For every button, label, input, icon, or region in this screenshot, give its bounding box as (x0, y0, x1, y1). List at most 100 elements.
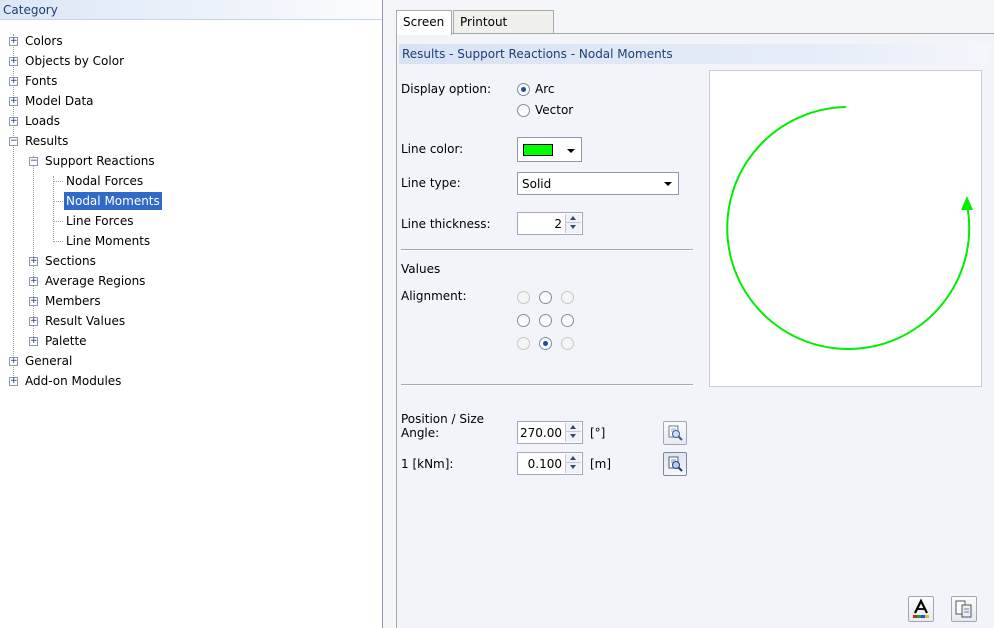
tree-item-nodal-moments[interactable]: Nodal Moments (0, 192, 380, 210)
angle-unit: [°] (590, 426, 606, 440)
spin-down-button[interactable] (566, 223, 581, 232)
arrow-down-icon (570, 434, 576, 438)
spin-up-button[interactable] (566, 214, 581, 223)
expand-icon[interactable]: + (9, 117, 18, 126)
divider (401, 384, 693, 386)
arrow-up-icon (570, 425, 576, 429)
alignment-bottom-left-radio[interactable] (517, 337, 530, 350)
line-color-label: Line color: (401, 142, 464, 156)
tree-item-result-values[interactable]: + Result Values (0, 312, 380, 330)
expand-icon[interactable]: + (9, 377, 18, 386)
tree-item-model-data[interactable]: + Model Data (0, 92, 380, 110)
tree-item-label: Nodal Forces (66, 174, 144, 188)
tree-item-label: Support Reactions (45, 154, 155, 168)
line-thickness-spinner[interactable]: 2 (517, 212, 583, 235)
settings-panel: Screen Printout Report Results - Support… (396, 0, 994, 628)
arc-preview (709, 70, 982, 387)
spin-up-button[interactable] (566, 454, 581, 463)
angle-label: Angle: (401, 426, 440, 440)
display-option-label: Display option: (401, 82, 492, 96)
tree-item-label: Fonts (25, 74, 58, 88)
alignment-bottom-right-radio[interactable] (561, 337, 574, 350)
tree-item-loads[interactable]: + Loads (0, 112, 380, 130)
line-type-select[interactable]: Solid (517, 172, 679, 195)
spinner-buttons (565, 423, 581, 442)
spin-down-button[interactable] (566, 463, 581, 472)
alignment-middle-center-radio[interactable] (539, 314, 552, 327)
tree-item-label: Line Forces (66, 214, 134, 228)
line-thickness-value: 2 (554, 217, 562, 231)
spinner-buttons (565, 454, 581, 473)
copy-settings-icon (955, 600, 972, 618)
expand-icon[interactable]: + (9, 77, 18, 86)
collapse-icon[interactable]: − (29, 157, 38, 166)
scale-label: 1 [kNm]: (401, 457, 454, 471)
vector-radio-label[interactable]: Vector (535, 102, 573, 118)
tree-item-sections[interactable]: + Sections (0, 252, 380, 270)
scale-value: 0.100 (527, 457, 562, 471)
chevron-down-icon (664, 182, 672, 186)
alignment-middle-left-radio[interactable] (517, 314, 530, 327)
tree-item-line-forces[interactable]: Line Forces (0, 212, 380, 230)
tree-item-label: Loads (25, 114, 61, 128)
expand-icon[interactable]: + (29, 277, 38, 286)
angle-spinner[interactable]: 270.00 (517, 421, 583, 444)
tree-item-label: Colors (25, 34, 63, 48)
expand-icon[interactable]: + (9, 97, 18, 106)
arc-radio-label[interactable]: Arc (535, 81, 554, 97)
line-color-picker[interactable] (517, 137, 582, 162)
scale-spinner[interactable]: 0.100 (517, 452, 583, 475)
values-heading: Values (401, 262, 441, 276)
alignment-bottom-center-radio[interactable] (539, 337, 552, 350)
arrow-up-icon (570, 216, 576, 220)
tree-item-label: Line Moments (66, 234, 151, 248)
tree-item-colors[interactable]: + Colors (0, 32, 380, 50)
magnifier-icon (668, 456, 683, 472)
tree-item-objects-by-color[interactable]: + Objects by Color (0, 52, 380, 70)
alignment-top-right-radio[interactable] (561, 291, 574, 304)
chevron-down-icon (567, 149, 575, 153)
spin-down-button[interactable] (566, 432, 581, 441)
alignment-top-center-radio[interactable] (539, 291, 552, 304)
magnifier-icon (668, 425, 683, 441)
tree-item-add-on-modules[interactable]: + Add-on Modules (0, 372, 380, 390)
scale-pick-button[interactable] (663, 452, 687, 476)
tree-item-label: Results (25, 134, 69, 148)
alignment-top-left-radio[interactable] (517, 291, 530, 304)
angle-value: 270.00 (520, 426, 562, 440)
line-type-label: Line type: (401, 176, 461, 190)
tree-item-average-regions[interactable]: + Average Regions (0, 272, 380, 290)
tree-item-label: Model Data (25, 94, 94, 108)
tree-item-fonts[interactable]: + Fonts (0, 72, 380, 90)
vector-radio[interactable] (517, 104, 530, 117)
tree-item-palette[interactable]: + Palette (0, 332, 380, 350)
line-thickness-label: Line thickness: (401, 217, 491, 231)
expand-icon[interactable]: + (29, 257, 38, 266)
spin-up-button[interactable] (566, 423, 581, 432)
arc-radio[interactable] (517, 83, 530, 96)
tab-printout-report[interactable]: Printout Report (453, 10, 554, 51)
tab-screen[interactable]: Screen (396, 10, 452, 35)
tree-item-label: Nodal Moments (64, 192, 162, 210)
tree-item-nodal-forces[interactable]: Nodal Forces (0, 172, 380, 190)
tree-item-support-reactions[interactable]: − Support Reactions (0, 152, 380, 170)
settings-content: Results - Support Reactions - Nodal Mome… (396, 33, 994, 628)
divider (401, 249, 693, 251)
tree-item-label: Add-on Modules (25, 374, 122, 388)
tree-item-members[interactable]: + Members (0, 292, 380, 310)
angle-pick-button[interactable] (663, 421, 687, 445)
expand-icon[interactable]: + (9, 357, 18, 366)
copy-settings-button[interactable] (951, 596, 977, 622)
expand-icon[interactable]: + (29, 297, 38, 306)
tree-item-general[interactable]: + General (0, 352, 380, 370)
alignment-middle-right-radio[interactable] (561, 314, 574, 327)
tree-item-results[interactable]: − Results (0, 132, 380, 150)
collapse-icon[interactable]: − (9, 137, 18, 146)
tree-item-line-moments[interactable]: Line Moments (0, 232, 380, 250)
expand-icon[interactable]: + (29, 317, 38, 326)
expand-icon[interactable]: + (9, 37, 18, 46)
arrow-down-icon (570, 465, 576, 469)
font-color-button[interactable] (908, 596, 934, 622)
expand-icon[interactable]: + (29, 337, 38, 346)
expand-icon[interactable]: + (9, 57, 18, 66)
